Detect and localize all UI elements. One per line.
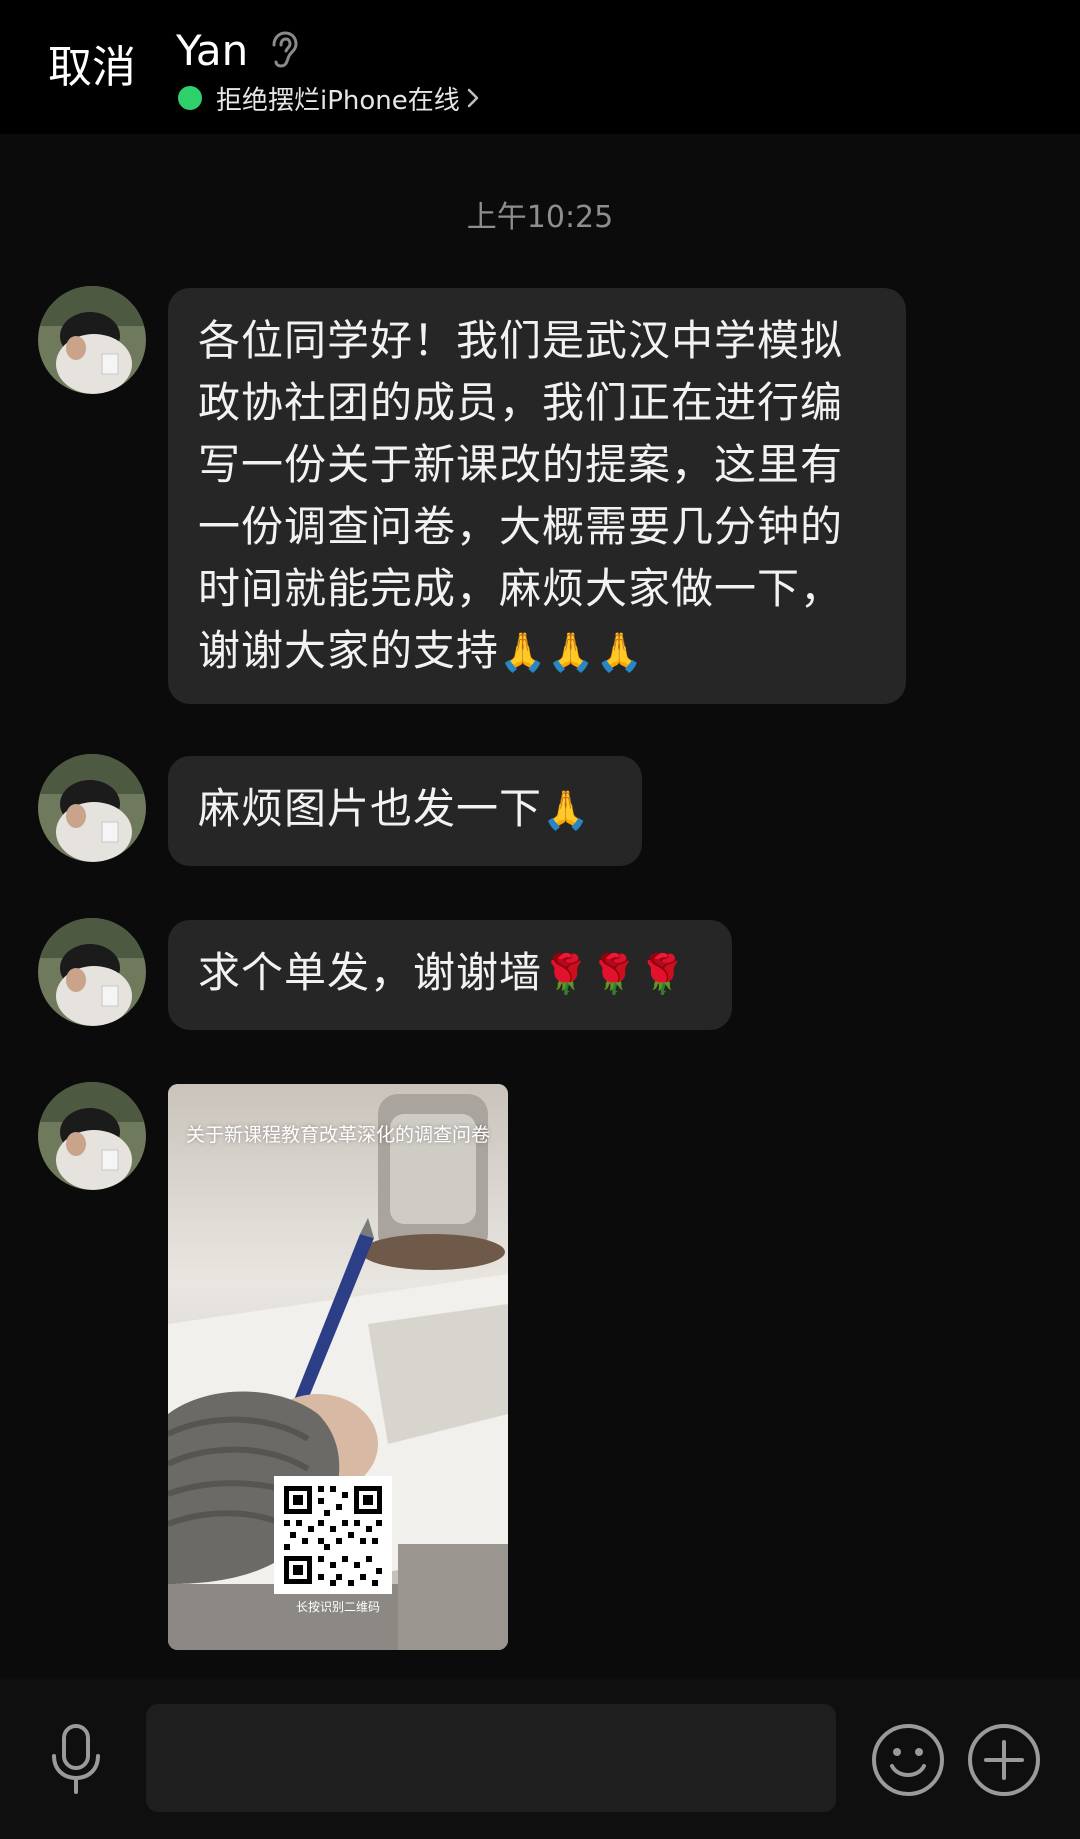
online-status[interactable]: 拒绝摆烂iPhone在线 [178,80,480,116]
online-dot [178,86,202,110]
avatar-image [38,754,146,862]
avatar-image [38,918,146,1026]
message-text: 麻烦图片也发一下 [198,784,543,833]
message-text: 求个单发，谢谢墙 [198,948,543,997]
message-timestamp: 上午10:25 [466,200,614,235]
chevron-right-icon [467,88,479,108]
smiley-icon[interactable] [870,1722,946,1798]
ear-icon [272,31,298,68]
microphone-icon[interactable] [44,1722,108,1798]
survey-poster-image[interactable]: 关于新课程教育改革深化的调查问卷 长按识别二维码 [168,1084,508,1650]
poster-title: 关于新课程教育改革深化的调查问卷 [185,1124,490,1146]
cancel-button[interactable]: 取消 [48,42,136,94]
chat-area[interactable]: 上午10:25 各位同学好！我们是武汉中学模拟 政协社团的成员，我们正在进行编 … [0,134,1080,1678]
qr-code[interactable] [274,1476,392,1594]
message-bubble[interactable]: 麻烦图片也发一下🙏 [168,756,642,866]
qr-caption: 长按识别二维码 [295,1600,380,1614]
message-bubble[interactable]: 求个单发，谢谢墙🌹🌹🌹 [168,920,732,1030]
plus-icon[interactable] [966,1722,1042,1798]
message-bubble[interactable]: 各位同学好！我们是武汉中学模拟 政协社团的成员，我们正在进行编 写一份关于新课改… [168,288,906,704]
rose-emoji: 🌹🌹🌹 [542,952,687,996]
avatar[interactable] [38,754,146,862]
avatar-image [38,1082,146,1190]
message-input[interactable] [146,1704,836,1812]
message-input-bar [0,1678,1080,1839]
avatar-image [38,286,146,394]
chat-header: 取消 Yan 拒绝摆烂iPhone在线 [0,0,1080,134]
pray-emoji: 🙏🙏🙏 [499,630,644,674]
pray-emoji: 🙏 [542,788,591,832]
message-text: 各位同学好！我们是武汉中学模拟 政协社团的成员，我们正在进行编 写一份关于新课改… [198,316,844,675]
avatar[interactable] [38,286,146,394]
avatar[interactable] [38,1082,146,1190]
avatar[interactable] [38,918,146,1026]
status-text: 拒绝摆烂iPhone在线 [216,85,460,116]
contact-name[interactable]: Yan [176,26,248,76]
